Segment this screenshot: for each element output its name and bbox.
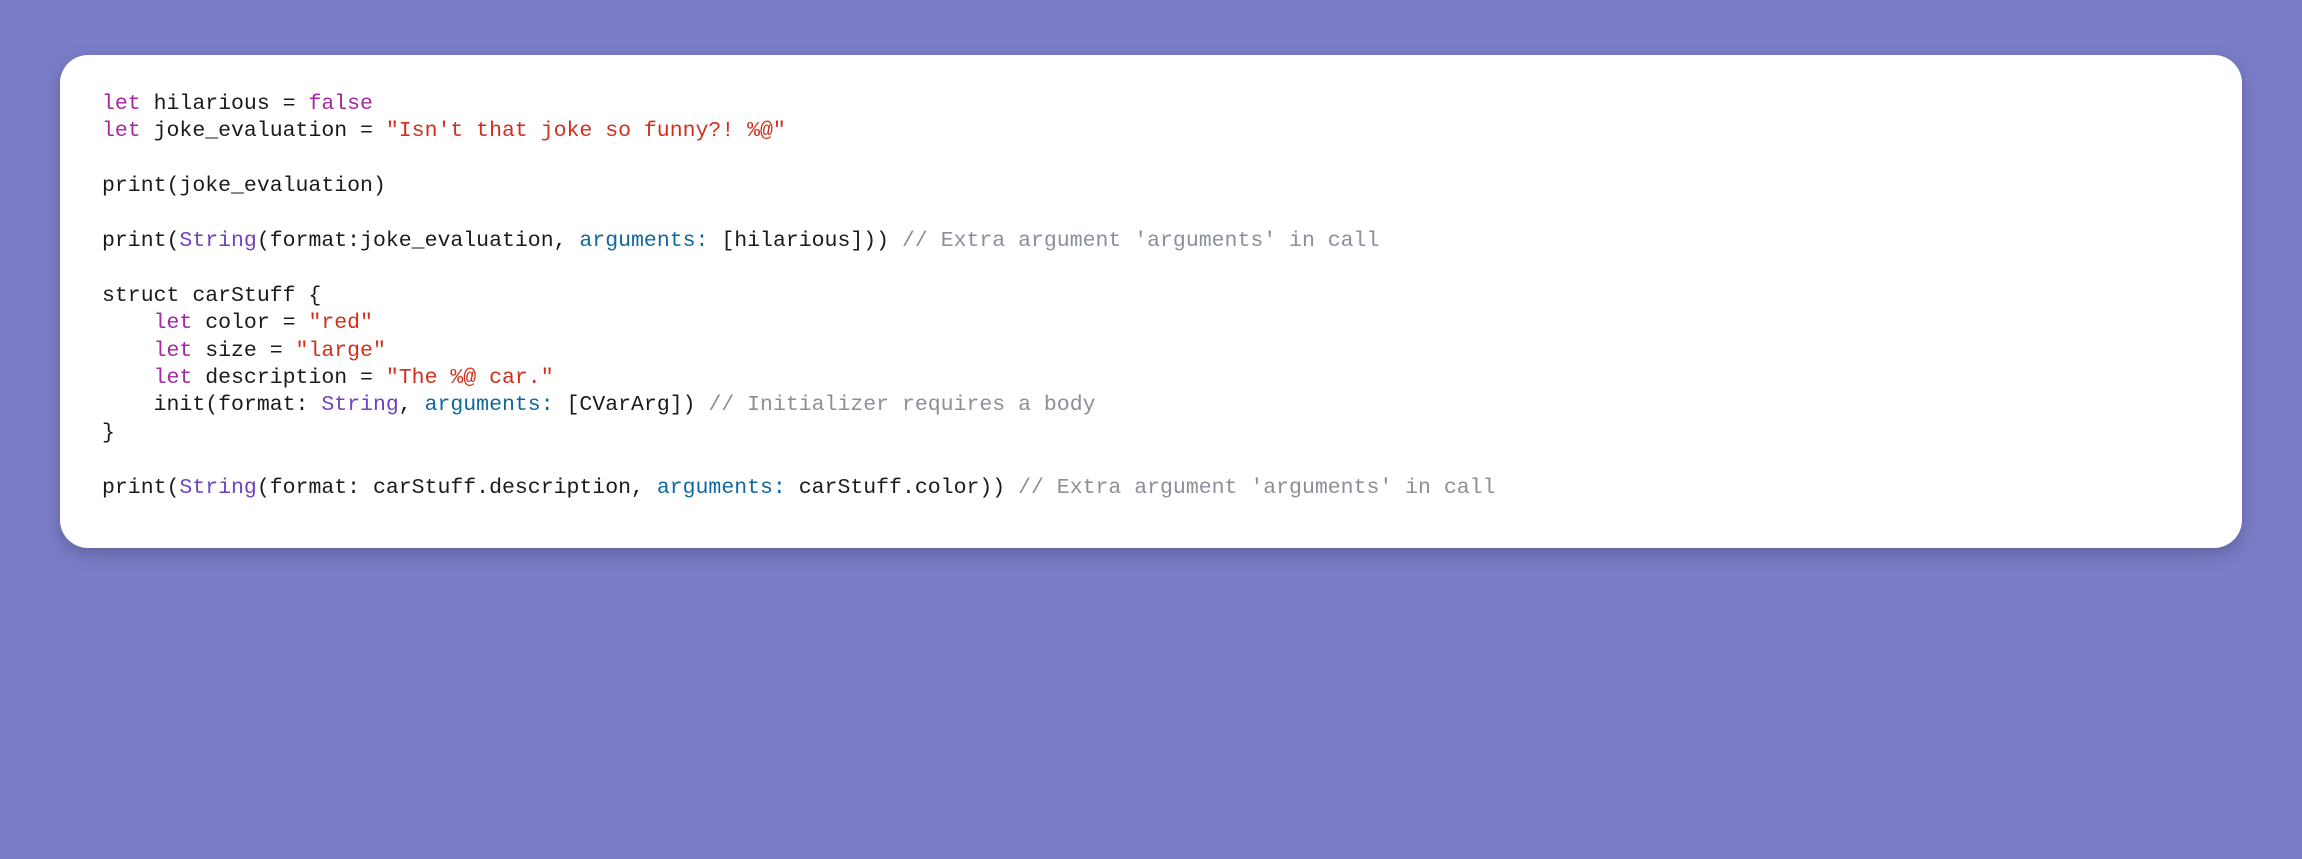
keyword-let: let xyxy=(154,366,193,390)
type-string: String xyxy=(179,476,256,500)
keyword-false: false xyxy=(308,92,373,116)
keyword-let: let xyxy=(102,119,141,143)
type-string: String xyxy=(321,393,398,417)
code-line-blank xyxy=(102,201,2200,228)
arg-label: arguments: xyxy=(579,229,708,253)
comment: // Extra argument 'arguments' in call xyxy=(1018,476,1495,500)
code-line-blank xyxy=(102,255,2200,282)
code-line-9: let color = "red" xyxy=(102,310,2200,337)
string-literal: "The %@ car." xyxy=(386,366,554,390)
code-line-11: let description = "The %@ car." xyxy=(102,365,2200,392)
code-line-blank xyxy=(102,146,2200,173)
code-line-blank xyxy=(102,447,2200,474)
code-line-4: print(joke_evaluation) xyxy=(102,173,2200,200)
code-line-15: print(String(format: carStuff.descriptio… xyxy=(102,475,2200,502)
code-line-1: let hilarious = false xyxy=(102,91,2200,118)
arg-label: arguments: xyxy=(657,476,786,500)
code-line-13: } xyxy=(102,420,2200,447)
code-line-10: let size = "large" xyxy=(102,338,2200,365)
code-line-6: print(String(format:joke_evaluation, arg… xyxy=(102,228,2200,255)
keyword-let: let xyxy=(154,339,193,363)
arg-label: arguments: xyxy=(425,393,554,417)
code-line-12: init(format: String, arguments: [CVarArg… xyxy=(102,392,2200,419)
string-literal: "large" xyxy=(296,339,386,363)
keyword-let: let xyxy=(102,92,141,116)
comment: // Extra argument 'arguments' in call xyxy=(902,229,1379,253)
type-string: String xyxy=(179,229,256,253)
code-line-2: let joke_evaluation = "Isn't that joke s… xyxy=(102,118,2200,145)
code-block: let hilarious = falselet joke_evaluation… xyxy=(60,55,2242,548)
keyword-let: let xyxy=(154,311,193,335)
string-literal: "red" xyxy=(308,311,373,335)
code-line-8: struct carStuff { xyxy=(102,283,2200,310)
comment: // Initializer requires a body xyxy=(708,393,1095,417)
string-literal: "Isn't that joke so funny?! %@" xyxy=(386,119,786,143)
